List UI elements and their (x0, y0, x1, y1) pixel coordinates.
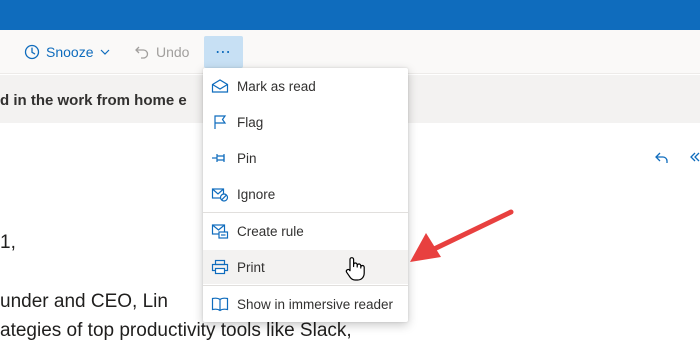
hand-cursor-icon (344, 256, 366, 287)
annotation-arrow-icon (410, 209, 514, 262)
